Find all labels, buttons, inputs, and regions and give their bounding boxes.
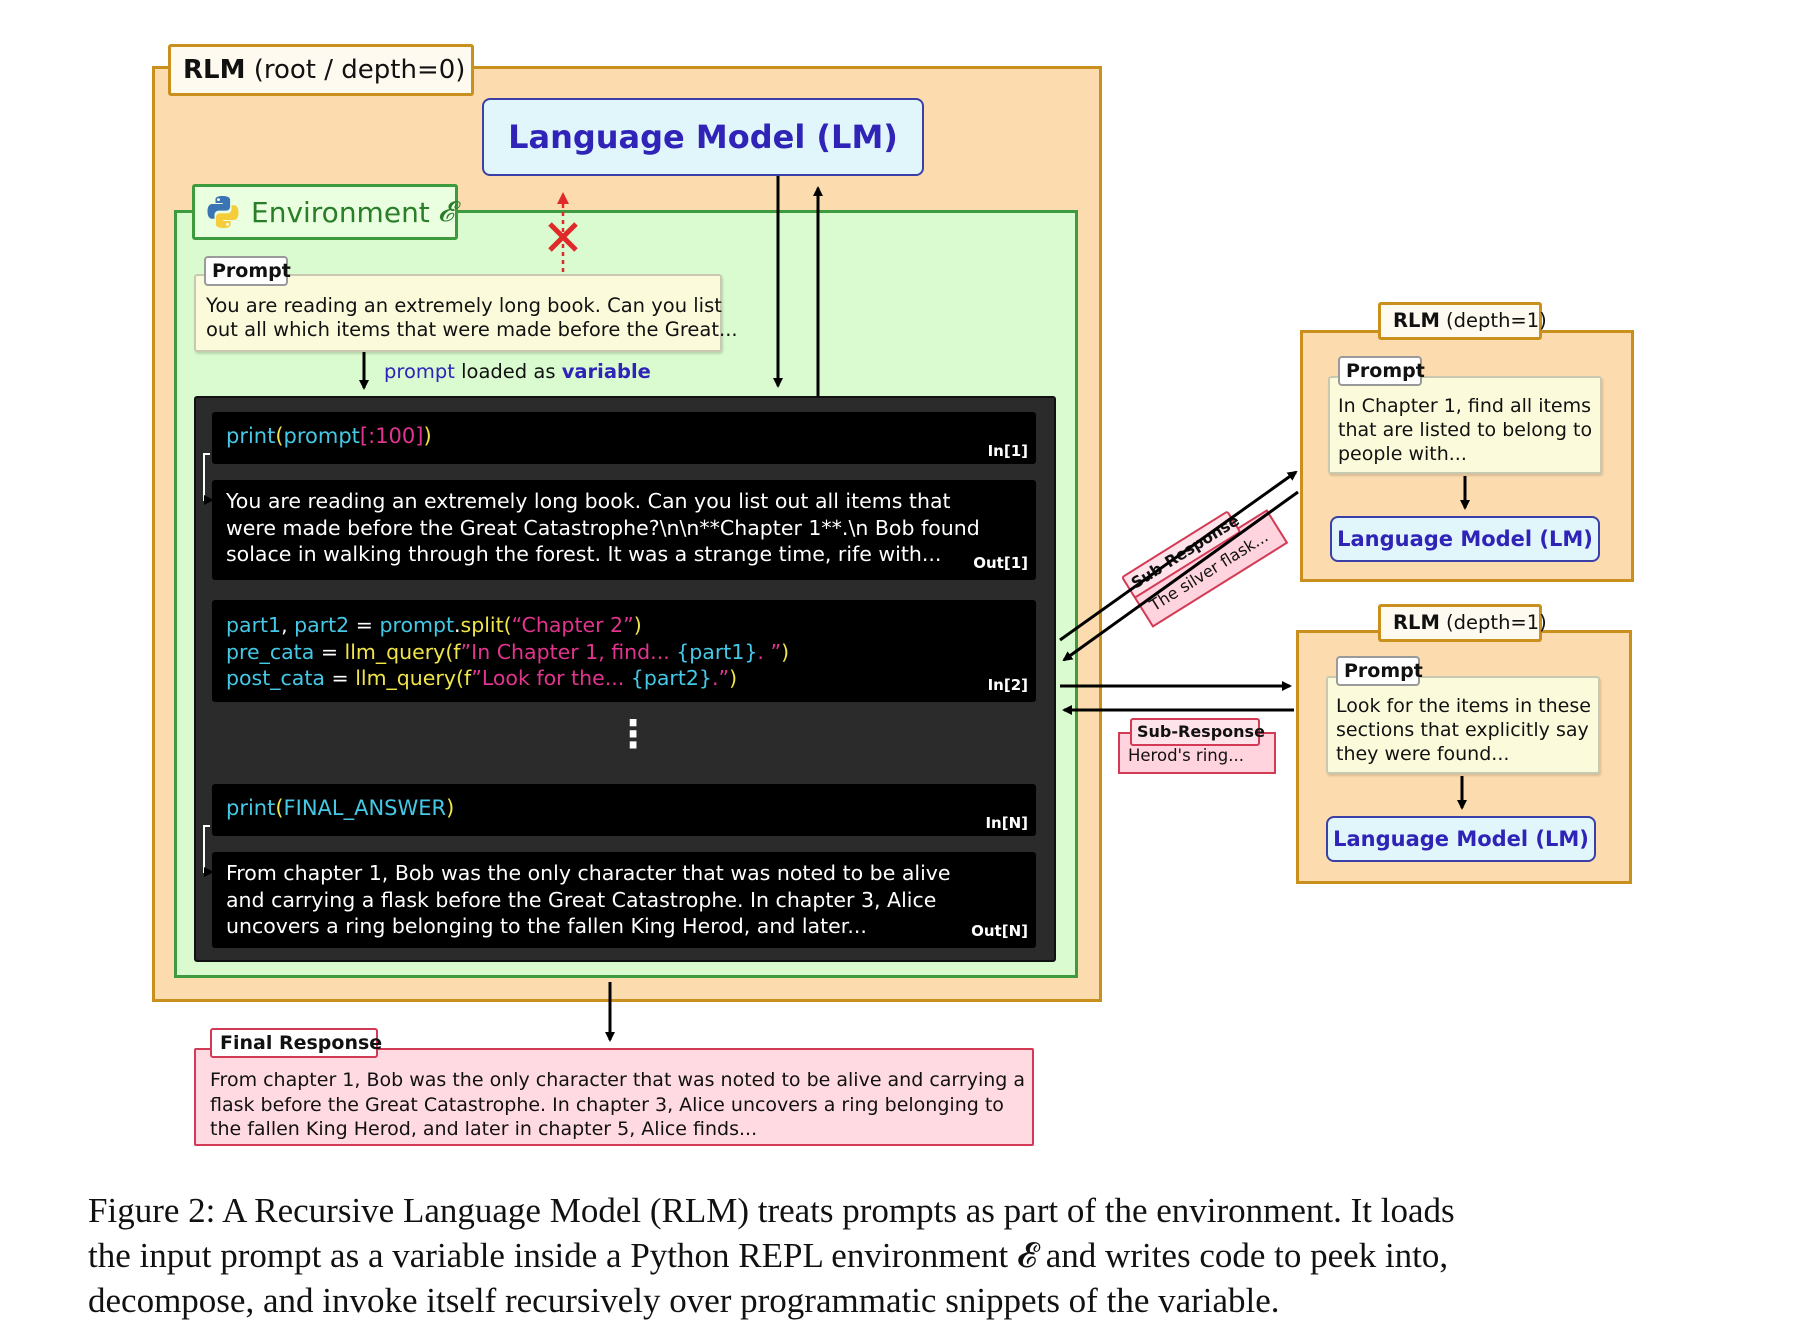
arrow-repl-to-sub-rlm-1 — [1059, 470, 1298, 642]
figure-caption: Figure 2: A Recursive Language Model (RL… — [88, 1188, 1788, 1323]
caption-line-1: Figure 2: A Recursive Language Model (RL… — [88, 1191, 1455, 1230]
bracket-inn-outn — [203, 825, 214, 877]
caption-line-2: the input prompt as a variable inside a … — [88, 1236, 1449, 1275]
bracket-in1-out1 — [203, 453, 214, 505]
caption-line-3: decompose, and invoke itself recursively… — [88, 1281, 1280, 1320]
arrow-sub-rlm-1-to-repl — [1062, 490, 1299, 662]
connector-arrows — [203, 176, 1470, 1042]
